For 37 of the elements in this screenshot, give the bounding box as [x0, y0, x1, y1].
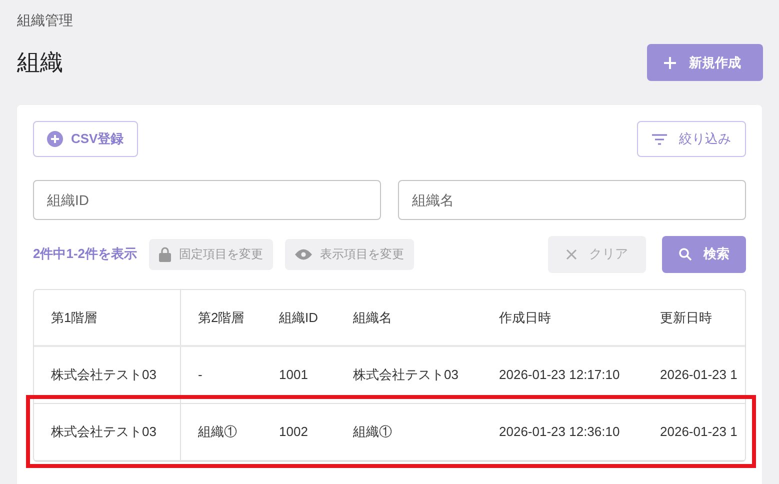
- input-field[interactable]: 組織ID: [33, 180, 381, 220]
- search-button[interactable]: 検索: [662, 236, 746, 272]
- table-cell-text: 組織①: [198, 423, 237, 442]
- table-cell-text: 2026-01-23 12:17:10: [499, 366, 620, 384]
- table-cell-text: 組織①: [353, 423, 392, 442]
- filter-icon: [652, 134, 667, 144]
- column-header: 更新日時: [660, 308, 712, 327]
- close-icon: [566, 248, 577, 260]
- fixed-columns-button[interactable]: 固定項目を変更: [149, 238, 274, 270]
- breadcrumb: 組織管理: [17, 11, 74, 30]
- column-header: 第1階層: [51, 308, 98, 327]
- table-cell-text: 1001: [279, 366, 308, 384]
- column-header: 第2階層: [198, 308, 244, 327]
- input-field[interactable]: 組織名: [398, 180, 746, 220]
- csv-button[interactable]: CSV登録: [33, 121, 138, 157]
- plus-icon: [663, 56, 677, 70]
- column-header: 組織名: [353, 308, 392, 327]
- column-header: 作成日時: [499, 308, 551, 327]
- visible-columns-button[interactable]: 表示項目を変更: [285, 238, 414, 270]
- table-cell-text: 株式会社テスト03: [51, 423, 156, 442]
- clear-button[interactable]: クリア: [548, 236, 646, 272]
- filter-button[interactable]: 絞り込み: [637, 121, 746, 157]
- page-title: 組織: [17, 48, 63, 78]
- table-cell-text: 1002: [279, 423, 308, 442]
- eye-icon: [295, 248, 312, 260]
- table-cell-text: 株式会社テスト03: [51, 366, 156, 384]
- table-cell-text: -: [198, 366, 202, 384]
- plus-circle-icon: [47, 131, 63, 147]
- result-count: 2件中1-2件を表示: [33, 245, 138, 264]
- search-icon: [678, 248, 692, 260]
- new-button[interactable]: 新規作成: [647, 44, 763, 81]
- table-cell-text: 2026-01-23 1: [660, 423, 738, 442]
- table-cell-text: 株式会社テスト03: [353, 366, 458, 384]
- column-header: 組織ID: [279, 308, 318, 327]
- table-cell-text: 2026-01-23 1: [660, 366, 738, 384]
- lock-icon: [159, 246, 172, 262]
- table-cell-text: 2026-01-23 12:36:10: [499, 423, 620, 442]
